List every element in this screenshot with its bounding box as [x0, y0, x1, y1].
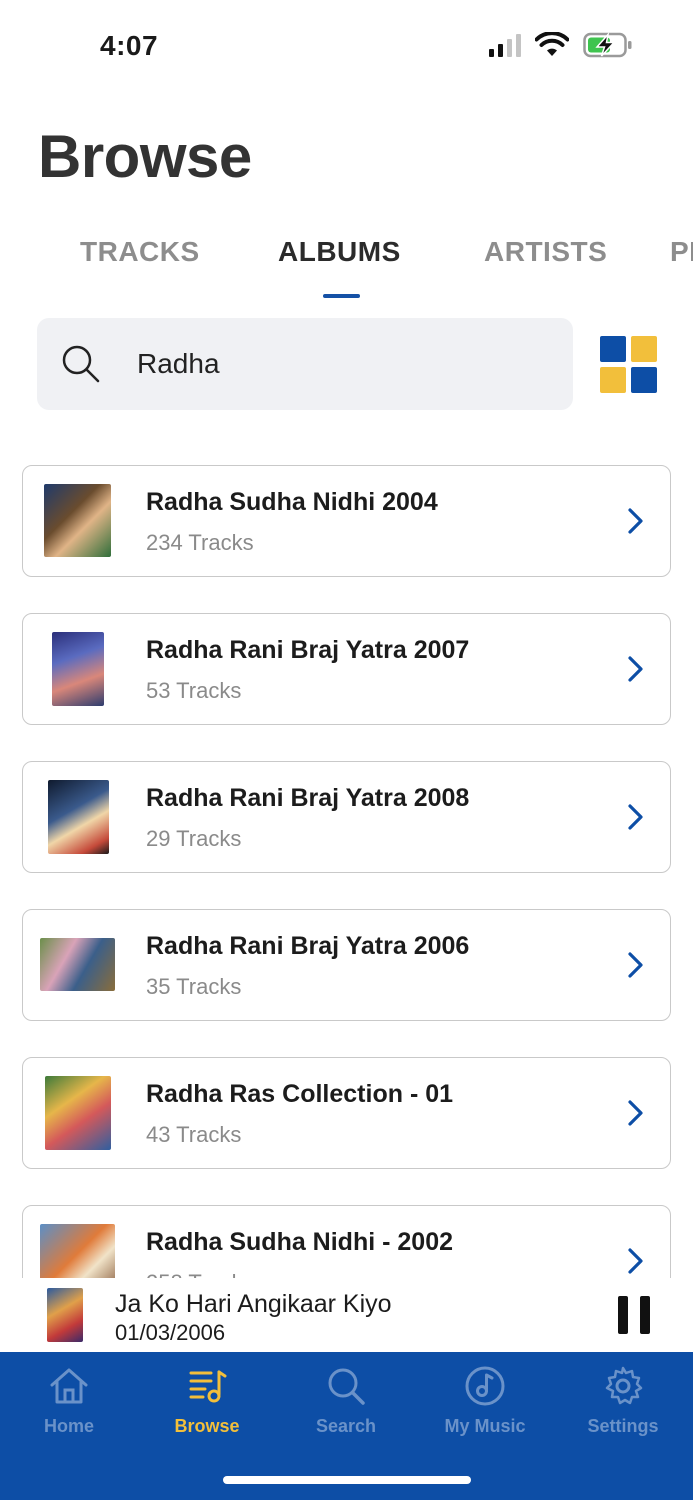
gear-icon	[605, 1366, 643, 1405]
album-card[interactable]: Radha Rani Braj Yatra 2007 53 Tracks	[22, 613, 671, 725]
now-playing-title: Ja Ko Hari Angikaar Kiyo	[115, 1290, 392, 1318]
album-track-count: 29 Tracks	[146, 826, 242, 851]
chevron-right-icon	[628, 1100, 643, 1126]
album-track-count: 234 Tracks	[146, 530, 254, 555]
grid-view-icon[interactable]	[600, 336, 657, 393]
search-icon	[62, 345, 100, 383]
album-track-count: 43 Tracks	[146, 1122, 242, 1147]
status-time: 4:07	[100, 30, 159, 61]
nav-browse[interactable]: Browse	[147, 1364, 267, 1437]
page-title: Browse	[38, 123, 252, 190]
status-icons	[489, 32, 633, 58]
album-cover-image	[48, 780, 109, 854]
album-name: Radha Ras Collection - 01	[146, 1080, 454, 1108]
wifi-icon	[535, 32, 569, 56]
chevron-right-icon	[628, 1248, 643, 1274]
album-card[interactable]: Radha Sudha Nidhi 2004 234 Tracks	[22, 465, 671, 577]
active-tab-indicator	[323, 294, 360, 298]
now-playing-cover-image	[47, 1288, 83, 1342]
album-name: Radha Sudha Nidhi - 2002	[146, 1228, 454, 1256]
battery-charging-icon	[583, 32, 632, 58]
nav-settings-label: Settings	[587, 1416, 659, 1436]
nav-home[interactable]: Home	[9, 1364, 129, 1437]
album-track-count: 258 Tracks	[146, 1270, 254, 1278]
music-disc-icon	[465, 1366, 505, 1406]
home-indicator	[223, 1476, 471, 1484]
search-icon	[328, 1368, 365, 1405]
tab-bar: TRACKS ALBUMS ARTISTS PL	[0, 232, 693, 302]
album-track-count: 53 Tracks	[146, 678, 242, 703]
album-cover-image	[44, 484, 111, 557]
search-bar[interactable]	[37, 318, 573, 410]
album-name: Radha Rani Braj Yatra 2006	[146, 932, 470, 960]
album-track-count: 35 Tracks	[146, 974, 242, 999]
chevron-right-icon	[628, 508, 643, 534]
album-cover-image	[40, 938, 115, 991]
nav-search[interactable]: Search	[286, 1364, 406, 1437]
album-name: Radha Sudha Nidhi 2004	[146, 488, 438, 516]
nav-home-label: Home	[43, 1416, 94, 1436]
chevron-right-icon	[628, 656, 643, 682]
album-cover-image	[40, 1224, 115, 1278]
cellular-signal-icon	[489, 33, 521, 57]
nav-settings[interactable]: Settings	[563, 1364, 683, 1437]
album-cover-image	[45, 1076, 111, 1150]
now-playing-date: 01/03/2006	[115, 1320, 226, 1345]
nav-search-label: Search	[315, 1416, 377, 1436]
chevron-right-icon	[628, 952, 643, 978]
home-icon	[50, 1368, 88, 1404]
tab-artists[interactable]: ARTISTS	[484, 236, 607, 268]
now-playing-bar[interactable]: Ja Ko Hari Angikaar Kiyo 01/03/2006	[0, 1278, 693, 1352]
search-input[interactable]	[137, 340, 547, 388]
nav-my-music-label: My Music	[444, 1416, 526, 1436]
pause-icon[interactable]	[618, 1296, 650, 1334]
tab-tracks[interactable]: TRACKS	[80, 236, 200, 268]
album-card[interactable]: Radha Rani Braj Yatra 2006 35 Tracks	[22, 909, 671, 1021]
album-card[interactable]: Radha Sudha Nidhi - 2002 258 Tracks	[22, 1205, 671, 1278]
music-list-icon	[189, 1370, 227, 1403]
status-bar: 4:07	[0, 0, 693, 90]
chevron-right-icon	[628, 804, 643, 830]
nav-browse-label: Browse	[174, 1416, 240, 1436]
album-name: Radha Rani Braj Yatra 2007	[146, 636, 470, 664]
album-card[interactable]: Radha Ras Collection - 01 43 Tracks	[22, 1057, 671, 1169]
tab-playlists[interactable]: PL	[670, 236, 693, 268]
album-cover-image	[52, 632, 104, 706]
nav-my-music[interactable]: My Music	[425, 1364, 545, 1437]
album-name: Radha Rani Braj Yatra 2008	[146, 784, 470, 812]
album-list: Radha Sudha Nidhi 2004 234 Tracks Radha …	[22, 465, 671, 1278]
tab-albums[interactable]: ALBUMS	[278, 236, 401, 268]
album-card[interactable]: Radha Rani Braj Yatra 2008 29 Tracks	[22, 761, 671, 873]
